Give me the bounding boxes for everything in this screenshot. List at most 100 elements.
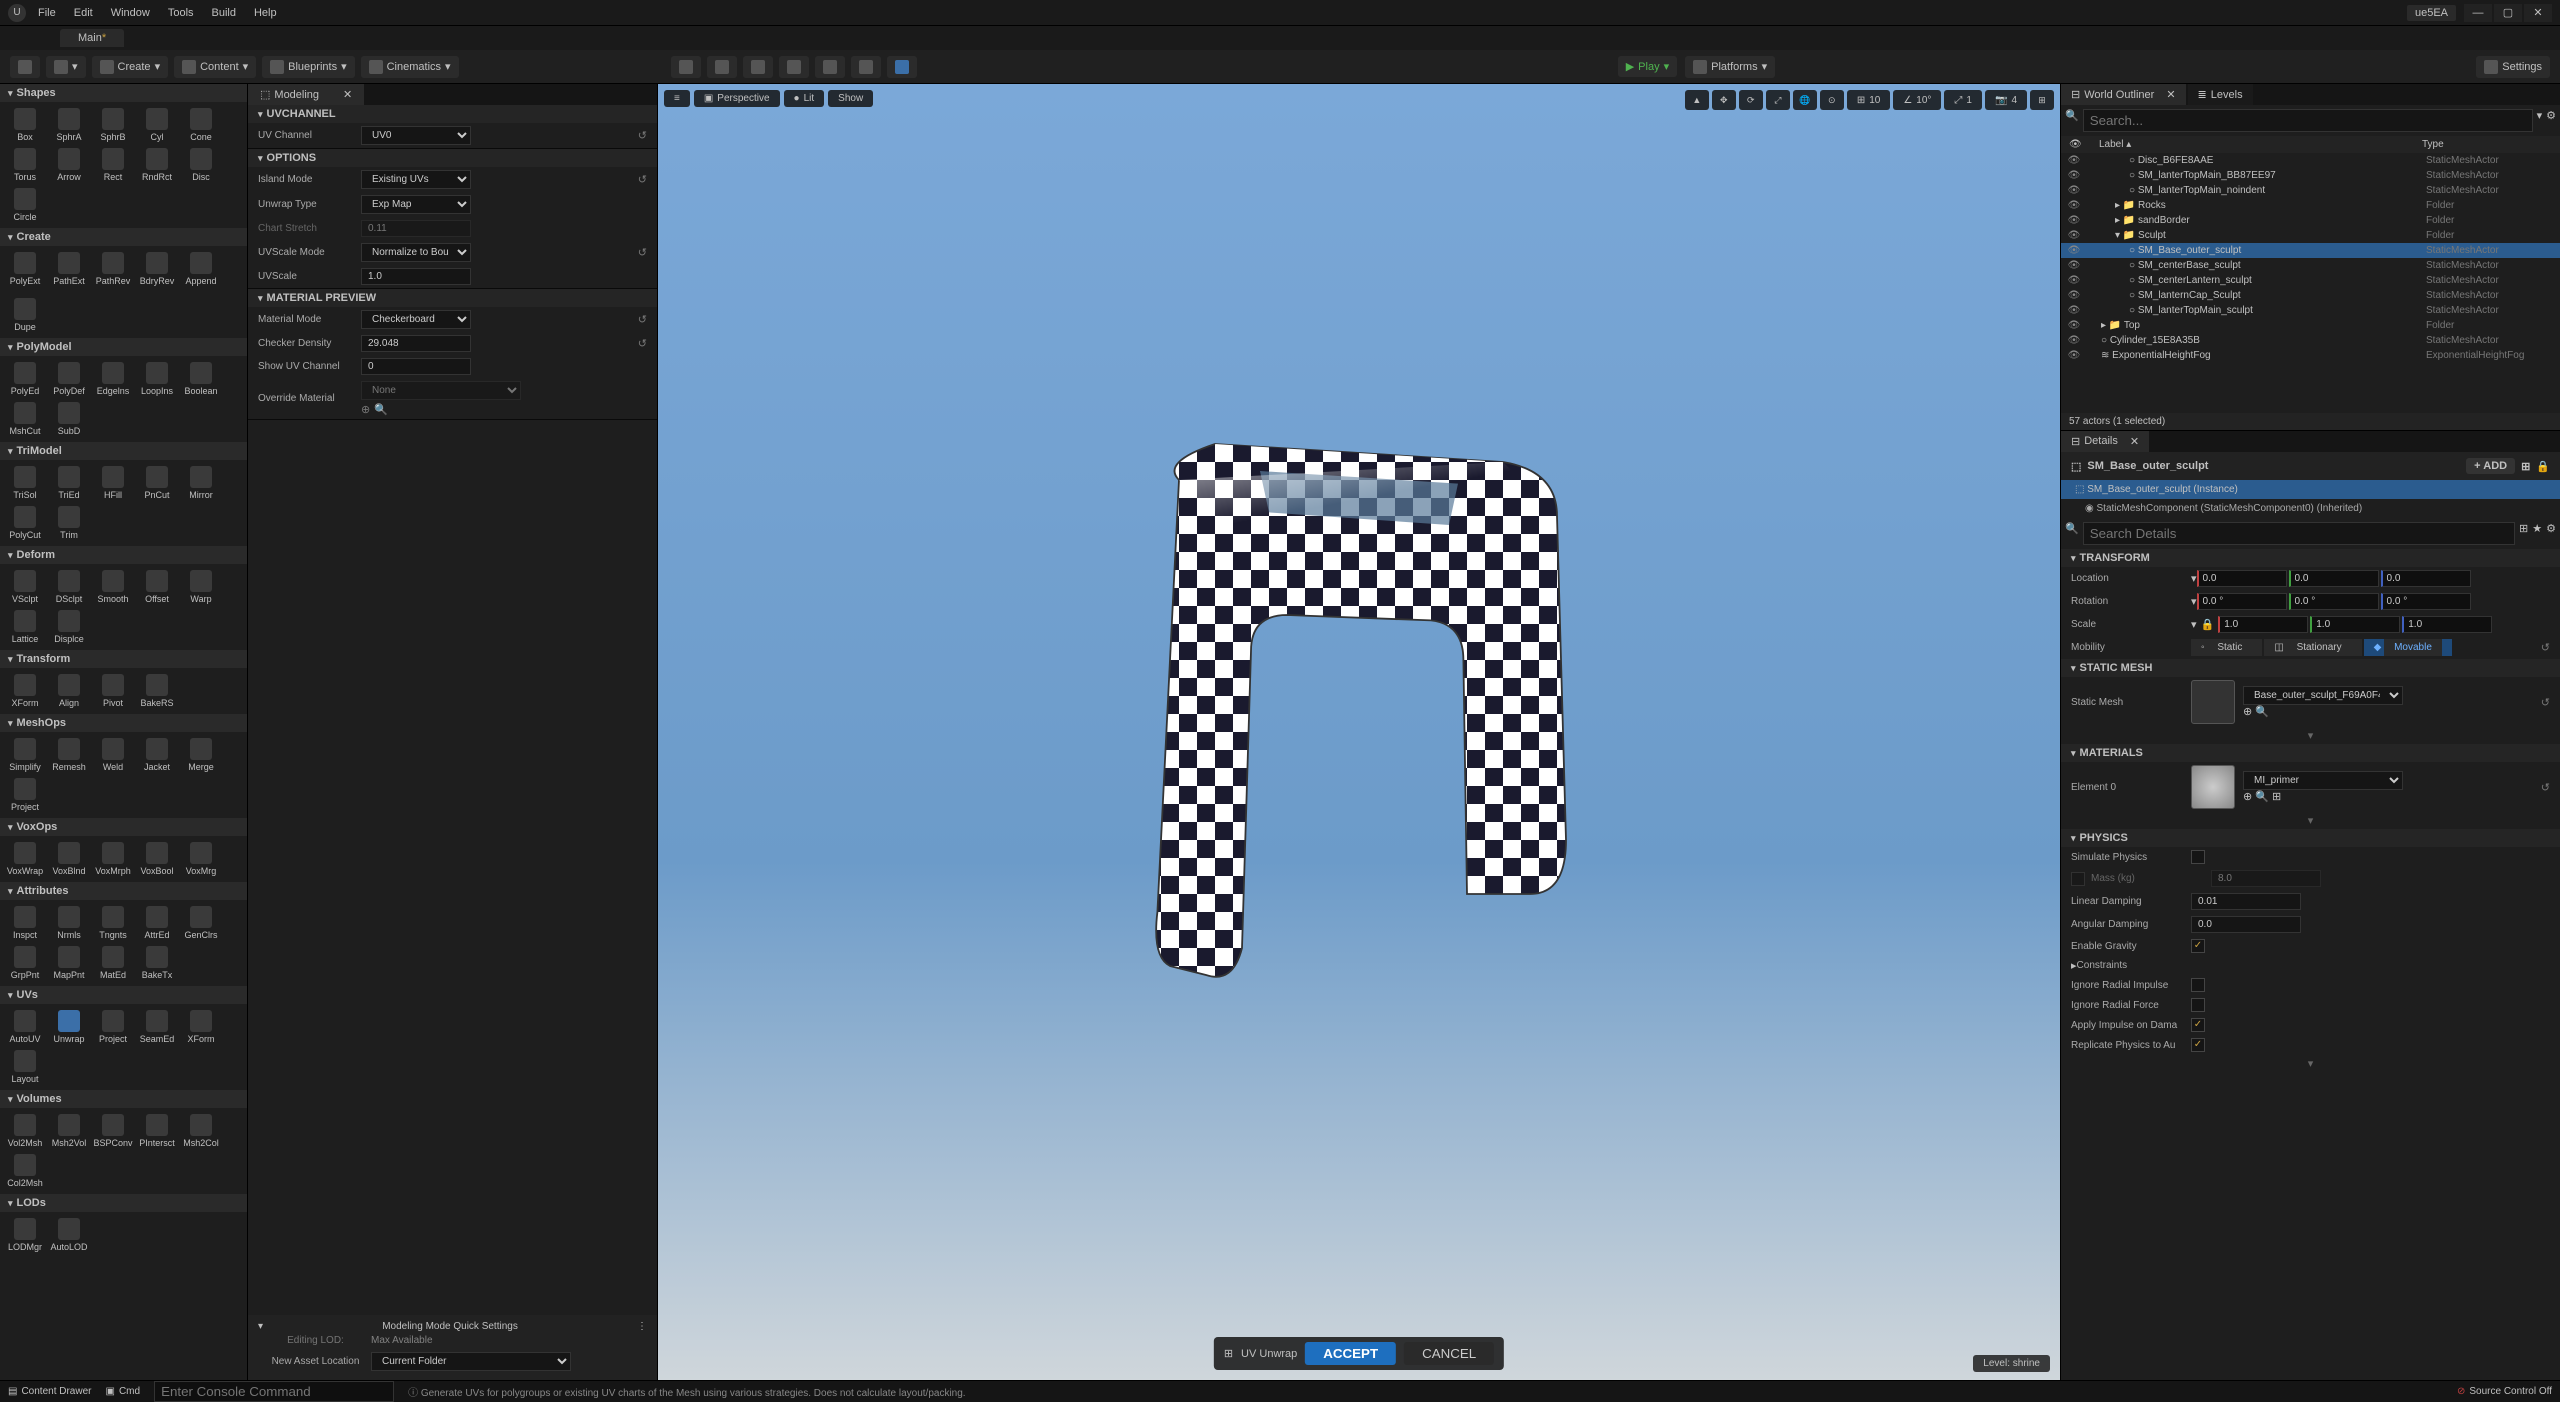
lock-icon[interactable]: 🔒 [2201,618,2215,631]
unwrap-type-select[interactable]: Exp Map [361,195,471,214]
menu-icon[interactable]: ⋮ [637,1321,647,1332]
uvscale-input[interactable] [361,268,471,285]
source-control-button[interactable]: ⊘Source Control Off [2457,1386,2552,1397]
category-voxops[interactable]: VoxOps [0,818,247,836]
tool-pathrev[interactable]: PathRev [92,250,134,288]
tool-disc[interactable]: Disc [180,146,222,184]
outliner-row[interactable]: 👁▸ 📁 TopFolder [2061,318,2560,333]
visibility-column[interactable]: 👁 [2069,139,2099,150]
menu-help[interactable]: Help [254,7,277,19]
outliner-row[interactable]: 👁○ SM_centerBase_sculptStaticMeshActor [2061,258,2560,273]
reset-icon[interactable]: ↺ [638,129,647,142]
tool-xform[interactable]: XForm [4,672,46,710]
reset-icon[interactable]: ↺ [2541,696,2550,709]
tool-polydef[interactable]: PolyDef [48,360,90,398]
tool-grppnt[interactable]: GrpPnt [4,944,46,982]
material-mode-select[interactable]: Checkerboard [361,310,471,329]
expand-icon[interactable]: ▾ [2061,812,2560,829]
outliner-row[interactable]: 👁▾ 📁 SculptFolder [2061,228,2560,243]
details-search[interactable] [2083,522,2515,545]
tool-pathext[interactable]: PathExt [48,250,90,288]
label-column[interactable]: Label ▴ [2099,139,2422,150]
translate-mode[interactable]: ✥ [1712,90,1736,110]
outliner-row[interactable]: 👁▸ 📁 RocksFolder [2061,198,2560,213]
category-deform[interactable]: Deform [0,546,247,564]
blueprints-button[interactable]: Blueprints▾ [262,56,354,78]
tool-attred[interactable]: AttrEd [136,904,178,942]
category-volumes[interactable]: Volumes [0,1090,247,1108]
viewport[interactable]: ≡ ▣Perspective ●Lit Show ▲ ✥ ⟳ ⤢ 🌐 ⊙ ⊞ 1… [658,84,2060,1380]
tool-b[interactable] [707,56,737,78]
tool-msh2col[interactable]: Msh2Col [180,1112,222,1150]
category-polymodel[interactable]: PolyModel [0,338,247,356]
reset-icon[interactable]: ↺ [638,246,647,259]
close-icon[interactable]: ✕ [2130,435,2139,448]
mass-override-checkbox[interactable] [2071,872,2085,886]
lit-dropdown[interactable]: ●Lit [784,90,825,107]
content-drawer-button[interactable]: ▤Content Drawer [8,1386,91,1397]
window-minimize[interactable]: — [2464,4,2492,22]
tool-circle[interactable]: Circle [4,186,46,224]
eye-icon[interactable]: ★ [2532,522,2542,545]
use-icon[interactable]: ⊕ [2243,791,2252,803]
tool-subd[interactable]: SubD [48,400,90,438]
enable-gravity-checkbox[interactable] [2191,939,2205,953]
tool-autouv[interactable]: AutoUV [4,1008,46,1046]
location-z[interactable] [2381,570,2471,587]
scale-snap[interactable]: ⤢ 1 [1944,90,1982,110]
location-y[interactable] [2289,570,2379,587]
reset-icon[interactable]: ↺ [2541,641,2550,654]
override-material-select[interactable]: None [361,381,521,400]
tool-align[interactable]: Align [48,672,90,710]
tool-cone[interactable]: Cone [180,106,222,144]
visibility-toggle[interactable]: 👁 [2065,185,2083,196]
physics-section[interactable]: PHYSICS [2061,829,2560,847]
menu-window[interactable]: Window [111,7,150,19]
category-lods[interactable]: LODs [0,1194,247,1212]
tool-dsclpt[interactable]: DSclpt [48,568,90,606]
outliner-row[interactable]: 👁▸ 📁 sandBorderFolder [2061,213,2560,228]
tool-sphra[interactable]: SphrA [48,106,90,144]
tool-warp[interactable]: Warp [180,568,222,606]
gear-icon[interactable]: ⚙ [2546,522,2556,545]
outliner-row[interactable]: 👁○ SM_centerLantern_sculptStaticMeshActo… [2061,273,2560,288]
outliner-row[interactable]: 👁○ SM_lanternCap_SculptStaticMeshActor [2061,288,2560,303]
tool-genclrs[interactable]: GenClrs [180,904,222,942]
visibility-toggle[interactable]: 👁 [2065,230,2083,241]
category-trimodel[interactable]: TriModel [0,442,247,460]
expand-icon[interactable]: ▾ [2061,727,2560,744]
expand-icon[interactable]: ▾ [2061,1055,2560,1072]
level-tab[interactable]: Main* [60,29,124,47]
transform-section[interactable]: TRANSFORM [2061,549,2560,567]
outliner-row[interactable]: 👁○ SM_lanterTopMain_sculptStaticMeshActo… [2061,303,2560,318]
tool-bspconv[interactable]: BSPConv [92,1112,134,1150]
close-icon[interactable]: ✕ [343,88,352,101]
tool-vol2msh[interactable]: Vol2Msh [4,1112,46,1150]
checker-density-input[interactable] [361,335,471,352]
tool-seamed[interactable]: SeamEd [136,1008,178,1046]
category-attributes[interactable]: Attributes [0,882,247,900]
tool-rect[interactable]: Rect [92,146,134,184]
tool-vsclpt[interactable]: VSclpt [4,568,46,606]
tool-simplify[interactable]: Simplify [4,736,46,774]
tool-arrow[interactable]: Arrow [48,146,90,184]
rotation-x[interactable] [2197,593,2287,610]
tool-smooth[interactable]: Smooth [92,568,134,606]
angular-damping-input[interactable] [2191,916,2301,933]
tool-nrmls[interactable]: Nrmls [48,904,90,942]
texture-icon[interactable]: ⊞ [2272,791,2281,803]
tool-mappnt[interactable]: MapPnt [48,944,90,982]
tool-tngnts[interactable]: Tngnts [92,904,134,942]
tool-dupe[interactable]: Dupe [4,296,46,334]
reset-icon[interactable]: ↺ [638,313,647,326]
outliner-row[interactable]: 👁○ SM_lanterTopMain_BB87EE97StaticMeshAc… [2061,168,2560,183]
tool-append[interactable]: Append [180,250,222,288]
tool-autolod[interactable]: AutoLOD [48,1216,90,1254]
simulate-physics-checkbox[interactable] [2191,850,2205,864]
tool-polycut[interactable]: PolyCut [4,504,46,542]
settings-icon[interactable]: ⚙ [2546,109,2556,132]
show-dropdown[interactable]: Show [828,90,873,107]
use-selected-icon[interactable]: ⊕ [361,403,370,416]
play-button[interactable]: ▶Play▾ [1618,56,1677,77]
reset-icon[interactable]: ↺ [2541,781,2550,794]
